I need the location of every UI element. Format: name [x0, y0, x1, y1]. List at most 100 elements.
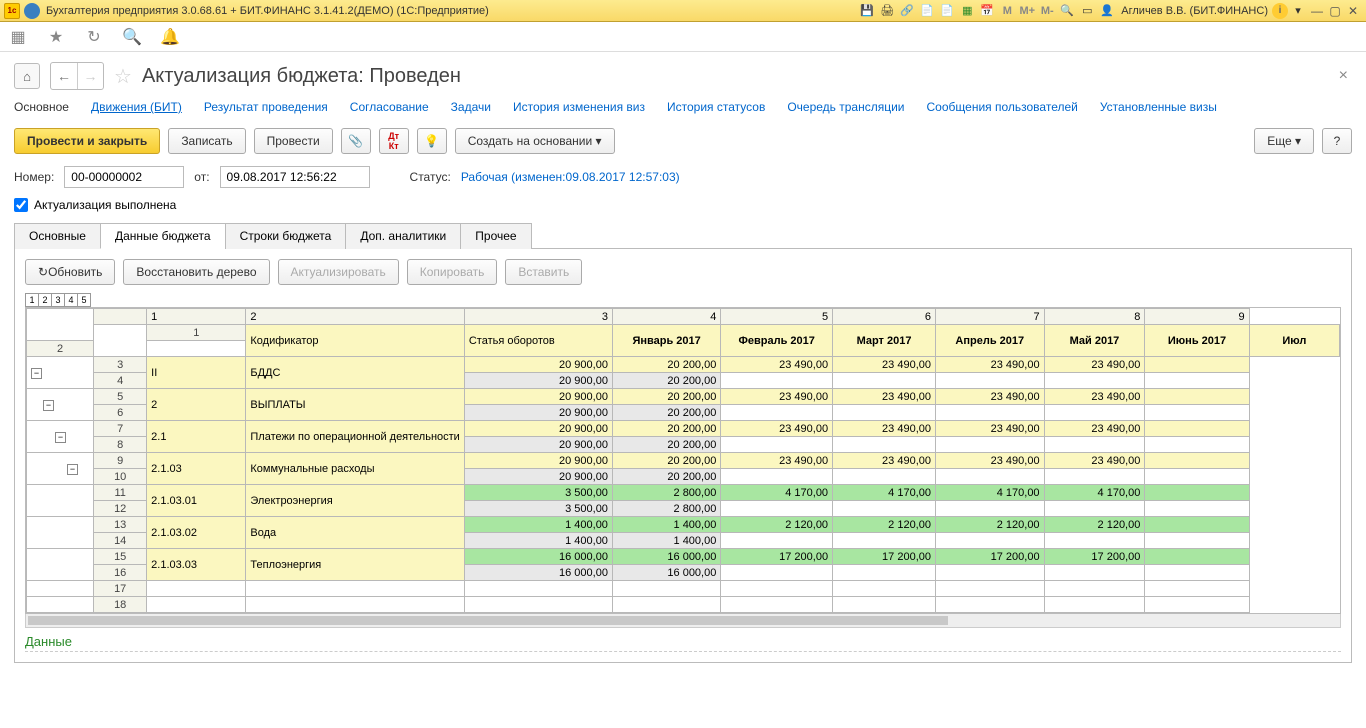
grid-cell[interactable]: 20 900,00	[464, 405, 612, 421]
m-icon[interactable]: M	[998, 3, 1016, 19]
link-icon[interactable]: 🔗	[898, 3, 916, 19]
grid-cell[interactable]: 20 200,00	[612, 453, 720, 469]
link-tab-status-history[interactable]: История статусов	[667, 100, 765, 114]
mplus-icon[interactable]: M+	[1018, 3, 1036, 19]
bell-icon[interactable]: 🔔	[160, 27, 180, 47]
grid-cell[interactable]: 20 200,00	[612, 373, 720, 389]
level-1[interactable]: 1	[25, 293, 39, 307]
actualization-done-checkbox[interactable]	[14, 198, 28, 212]
grid-cell[interactable]	[721, 405, 833, 421]
grid-cell[interactable]: 23 490,00	[1044, 453, 1145, 469]
grid-cell[interactable]: 16 000,00	[464, 565, 612, 581]
doc-icon[interactable]: 📄	[918, 3, 936, 19]
grid-cell[interactable]	[1044, 501, 1145, 517]
grid-cell[interactable]: 2 800,00	[612, 501, 720, 517]
mminus-icon[interactable]: M-	[1038, 3, 1056, 19]
tab-extra-analytics[interactable]: Доп. аналитики	[345, 223, 461, 249]
grid-cell[interactable]	[1044, 565, 1145, 581]
grid-cell[interactable]: 20 900,00	[464, 389, 612, 405]
grid-cell[interactable]: 23 490,00	[721, 453, 833, 469]
grid-cell[interactable]	[833, 437, 936, 453]
post-and-close-button[interactable]: Провести и закрыть	[14, 128, 160, 154]
calendar-icon[interactable]: 📅	[978, 3, 996, 19]
grid-cell-kod[interactable]: 2.1.03.03	[147, 549, 246, 581]
grid-cell[interactable]: 20 200,00	[612, 437, 720, 453]
link-tab-result[interactable]: Результат проведения	[204, 100, 328, 114]
tree-cell[interactable]: −	[27, 421, 94, 453]
actualize-button[interactable]: Актуализировать	[278, 259, 399, 285]
calc-icon[interactable]: ▦	[958, 3, 976, 19]
grid-cell[interactable]	[833, 501, 936, 517]
grid-cell[interactable]: 23 490,00	[1044, 389, 1145, 405]
grid-cell[interactable]	[1145, 485, 1249, 501]
post-button[interactable]: Провести	[254, 128, 333, 154]
grid-cell-kod[interactable]: 2.1.03.01	[147, 485, 246, 517]
grid-cell[interactable]: 20 200,00	[612, 405, 720, 421]
forward-button[interactable]: →	[77, 63, 103, 89]
tab-budget-rows[interactable]: Строки бюджета	[225, 223, 347, 249]
back-button[interactable]: ←	[51, 63, 77, 89]
grid-cell[interactable]: 17 200,00	[935, 549, 1044, 565]
grid-cell[interactable]: 23 490,00	[935, 453, 1044, 469]
grid-cell[interactable]: 16 000,00	[464, 549, 612, 565]
link-tab-visas[interactable]: Установленные визы	[1100, 100, 1217, 114]
grid-cell[interactable]: 2 120,00	[1044, 517, 1145, 533]
grid-cell-art[interactable]: Платежи по операционной деятельности	[246, 421, 464, 453]
dtkt-button[interactable]: ДтКт	[379, 128, 409, 154]
grid-cell[interactable]: 4 170,00	[1044, 485, 1145, 501]
hint-button[interactable]: 💡	[417, 128, 447, 154]
grid-cell-kod[interactable]: 2.1.03.02	[147, 517, 246, 549]
level-4[interactable]: 4	[64, 293, 78, 307]
grid-cell[interactable]	[1145, 469, 1249, 485]
grid-cell[interactable]: 20 900,00	[464, 437, 612, 453]
grid-cell[interactable]	[721, 501, 833, 517]
paste-button[interactable]: Вставить	[505, 259, 582, 285]
link-tab-queue[interactable]: Очередь трансляции	[787, 100, 904, 114]
grid-cell[interactable]: 23 490,00	[1044, 421, 1145, 437]
grid-cell[interactable]: 1 400,00	[612, 517, 720, 533]
grid-cell[interactable]	[1145, 437, 1249, 453]
grid-cell[interactable]: 1 400,00	[464, 533, 612, 549]
grid-cell[interactable]: 23 490,00	[833, 389, 936, 405]
grid-cell[interactable]	[833, 565, 936, 581]
level-3[interactable]: 3	[51, 293, 65, 307]
grid-cell[interactable]	[721, 565, 833, 581]
grid-cell[interactable]: 2 120,00	[833, 517, 936, 533]
grid-cell-kod[interactable]: II	[147, 357, 246, 389]
minimize-button[interactable]: —	[1308, 4, 1326, 18]
grid-cell[interactable]: 23 490,00	[833, 453, 936, 469]
grid-cell[interactable]	[1145, 501, 1249, 517]
refresh-button[interactable]: ↻ Обновить	[25, 259, 115, 285]
grid-cell[interactable]	[1145, 405, 1249, 421]
tree-cell[interactable]: −	[27, 453, 94, 485]
grid-cell[interactable]: 17 200,00	[833, 549, 936, 565]
grid-cell[interactable]	[1145, 565, 1249, 581]
grid-cell[interactable]	[935, 437, 1044, 453]
link-tab-messages[interactable]: Сообщения пользователей	[927, 100, 1078, 114]
grid-cell[interactable]: 17 200,00	[1044, 549, 1145, 565]
tree-cell[interactable]: −	[27, 357, 94, 389]
level-5[interactable]: 5	[77, 293, 91, 307]
grid-cell[interactable]	[1145, 357, 1249, 373]
grid-cell[interactable]	[935, 501, 1044, 517]
doc2-icon[interactable]: 📄	[938, 3, 956, 19]
link-tab-main[interactable]: Основное	[14, 100, 69, 114]
tree-cell[interactable]	[27, 549, 94, 581]
grid-cell[interactable]	[1145, 389, 1249, 405]
tab-budget-data[interactable]: Данные бюджета	[100, 223, 226, 249]
grid-cell[interactable]: 20 900,00	[464, 453, 612, 469]
grid-cell-kod[interactable]: 2	[147, 389, 246, 421]
grid-cell[interactable]: 4 170,00	[833, 485, 936, 501]
close-button[interactable]: ✕	[1344, 4, 1362, 18]
grid-cell[interactable]: 2 120,00	[935, 517, 1044, 533]
grid-cell[interactable]: 20 900,00	[464, 357, 612, 373]
grid-cell[interactable]: 3 500,00	[464, 501, 612, 517]
grid-cell[interactable]: 2 800,00	[612, 485, 720, 501]
grid-cell[interactable]: 20 200,00	[612, 469, 720, 485]
grid-cell[interactable]	[1044, 373, 1145, 389]
grid-cell[interactable]	[833, 469, 936, 485]
grid-cell[interactable]	[1145, 533, 1249, 549]
apps-icon[interactable]: ▦	[8, 27, 28, 47]
dropdown-icon[interactable]: ▾	[1289, 3, 1307, 19]
grid-cell[interactable]: 23 490,00	[935, 389, 1044, 405]
